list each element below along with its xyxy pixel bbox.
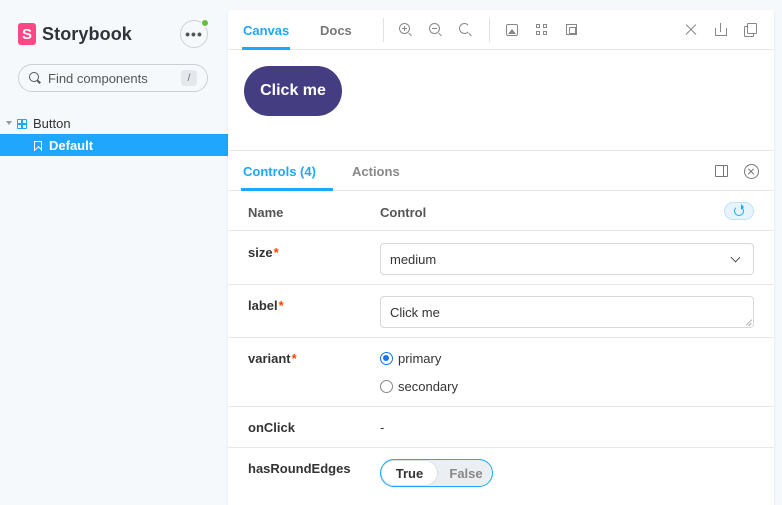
radio-option-secondary[interactable]: secondary	[380, 379, 458, 394]
required-marker: *	[278, 298, 284, 313]
control-row-variant: variant* primary secondary	[228, 338, 774, 407]
toolbar-divider	[383, 18, 384, 42]
outline-icon[interactable]	[566, 24, 577, 35]
control-label: hasRoundEdges	[248, 461, 351, 476]
radio-label: primary	[398, 351, 442, 366]
storybook-logo-icon: S	[18, 23, 36, 45]
reset-controls-button[interactable]	[724, 202, 754, 220]
select-value: medium	[390, 251, 437, 267]
radio-option-primary[interactable]: primary	[380, 351, 441, 366]
share-icon[interactable]	[715, 23, 727, 36]
search-shortcut-key: /	[181, 70, 197, 86]
control-label: size*	[248, 245, 279, 260]
control-name: label	[248, 298, 278, 313]
addons-panel: Controls (4) Actions Name Control size* …	[228, 150, 774, 505]
sidebar-item-label: Default	[49, 138, 94, 153]
control-row-label: label*	[228, 285, 774, 338]
controls-header: Name Control	[228, 191, 774, 231]
story-canvas: Click me	[228, 50, 774, 150]
column-header-name: Name	[248, 205, 284, 220]
fullscreen-icon[interactable]	[684, 23, 697, 36]
search-icon	[29, 72, 41, 84]
radio-label: secondary	[398, 379, 458, 394]
search-box[interactable]: /	[18, 64, 208, 92]
sidebar-item-label: Button	[33, 116, 71, 131]
tab-docs[interactable]: Docs	[320, 10, 352, 50]
control-name: variant	[248, 351, 291, 366]
chevron-down-icon	[730, 252, 741, 263]
sidebar: S Storybook ••• / Button Default	[0, 0, 228, 505]
sidebar-item-default[interactable]: Default	[0, 134, 228, 156]
addon-tabs: Controls (4) Actions	[228, 151, 774, 191]
boolean-toggle[interactable]: True False	[380, 459, 493, 487]
toggle-false-option[interactable]: False	[439, 461, 493, 485]
control-label: label*	[248, 298, 284, 313]
brand[interactable]: S Storybook	[18, 22, 132, 46]
control-row-hasroundedges: hasRoundEdges True False	[228, 448, 774, 505]
column-header-control: Control	[380, 205, 427, 220]
panel-orientation-icon[interactable]	[715, 165, 728, 177]
tab-canvas[interactable]: Canvas	[241, 10, 291, 50]
control-row-size: size* medium	[228, 232, 774, 285]
toggle-true-option[interactable]: True	[382, 461, 437, 485]
notification-dot	[201, 19, 209, 27]
demo-button[interactable]: Click me	[244, 66, 342, 116]
radio-unchecked-icon[interactable]	[380, 380, 393, 393]
label-text-field[interactable]	[380, 296, 754, 328]
control-name: size	[248, 245, 273, 260]
reset-icon	[734, 204, 744, 216]
search-input[interactable]	[48, 70, 178, 86]
resize-handle-icon[interactable]	[745, 319, 752, 326]
required-marker: *	[273, 245, 279, 260]
control-row-onclick: onClick -	[228, 407, 774, 448]
toolbar-divider	[489, 18, 490, 42]
tab-controls[interactable]: Controls (4)	[241, 151, 333, 191]
zoom-in-icon[interactable]	[399, 23, 413, 37]
size-select[interactable]: medium	[380, 243, 754, 275]
bookmark-icon	[34, 141, 42, 151]
control-label: variant*	[248, 351, 297, 366]
copy-link-icon[interactable]	[744, 23, 757, 37]
sidebar-item-button[interactable]: Button	[0, 114, 228, 134]
close-icon[interactable]	[744, 164, 759, 179]
component-icon	[17, 119, 27, 129]
grid-icon[interactable]	[536, 24, 548, 36]
chevron-down-icon[interactable]	[6, 121, 12, 125]
required-marker: *	[291, 351, 297, 366]
main-panel: Canvas Docs Click me Controls (4) Action…	[228, 10, 774, 505]
toolbar: Canvas Docs	[228, 10, 774, 50]
zoom-out-icon[interactable]	[429, 23, 443, 37]
zoom-reset-icon[interactable]	[459, 23, 473, 37]
background-icon[interactable]	[506, 24, 518, 36]
tab-actions[interactable]: Actions	[352, 151, 400, 191]
control-label: onClick	[248, 420, 295, 435]
radio-checked-icon[interactable]	[380, 352, 393, 365]
no-control-placeholder: -	[380, 420, 385, 435]
brand-name: Storybook	[42, 23, 132, 44]
